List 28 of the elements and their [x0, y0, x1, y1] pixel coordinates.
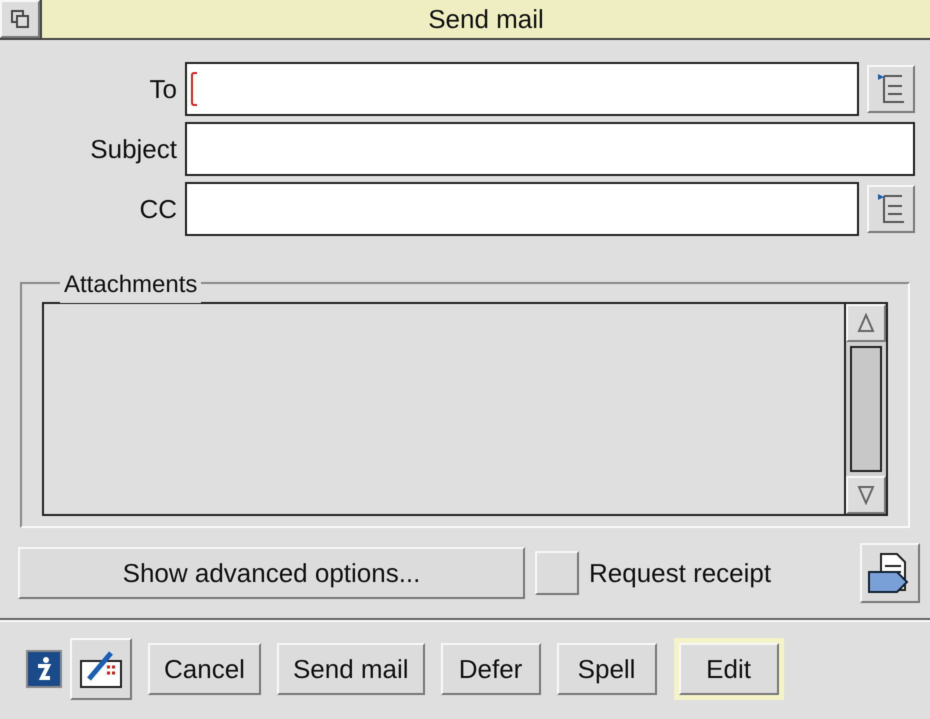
compose-icon[interactable]: [70, 638, 132, 700]
input-field[interactable]: [185, 182, 859, 236]
info-icon[interactable]: [26, 650, 62, 688]
dialog-button[interactable]: Defer: [440, 643, 541, 695]
checkbox-label: Request receipt: [589, 556, 772, 590]
dialog-button[interactable]: Cancel: [148, 643, 261, 695]
input-field[interactable]: [185, 62, 859, 116]
advanced-options-button[interactable]: Show advanced options...: [18, 547, 525, 599]
attach-file-button[interactable]: [860, 543, 920, 603]
address-book-button[interactable]: [867, 65, 915, 113]
scroll-up-icon[interactable]: [846, 304, 886, 342]
address-book-button[interactable]: [867, 185, 915, 233]
title-bar[interactable]: Send mail: [40, 0, 930, 38]
attachments-list[interactable]: [42, 302, 888, 516]
window-title: Send mail: [428, 2, 544, 36]
dialog-button[interactable]: Spell: [556, 643, 657, 695]
list-icon: [876, 72, 906, 106]
field-label: To: [148, 72, 177, 106]
field-label: Subject: [89, 132, 177, 166]
field-label: CC: [138, 192, 177, 226]
scroll-bar[interactable]: [844, 304, 886, 514]
scroll-down-icon[interactable]: [846, 476, 886, 514]
dialog-button[interactable]: Send mail: [276, 643, 425, 695]
scroll-thumb[interactable]: [850, 346, 882, 472]
list-icon: [876, 192, 906, 226]
back-icon[interactable]: [0, 0, 40, 38]
input-field[interactable]: [185, 122, 915, 176]
receipt-checkbox[interactable]: [535, 551, 579, 595]
